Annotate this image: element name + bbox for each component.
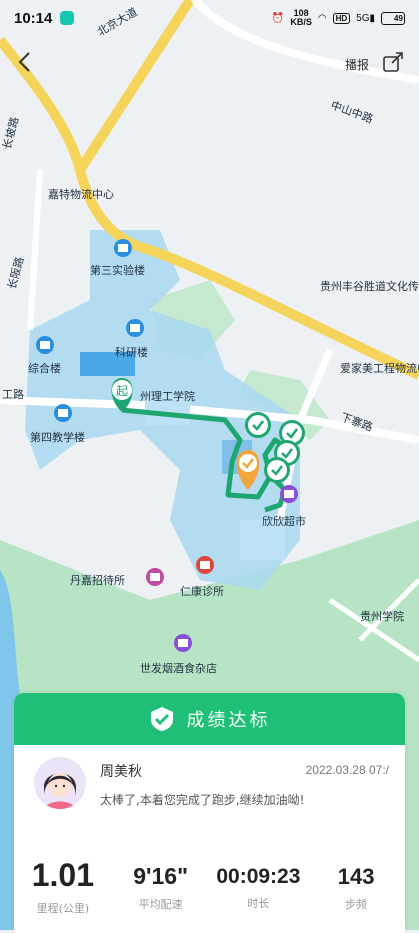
wifi-icon: ◠: [317, 12, 327, 24]
map-label: 工路: [2, 388, 24, 401]
map-label: 嘉特物流中心: [48, 187, 114, 201]
result-header: 成绩达标: [14, 693, 405, 745]
stat-label: 步频: [345, 898, 368, 911]
share-icon[interactable]: [381, 50, 405, 74]
hd-badge: HD: [332, 12, 351, 24]
user-row: 周美秋 2022.03.28 07:/ 太棒了,本着您完成了跑步,继续加油呦!: [14, 757, 405, 837]
stat-value: 1.01: [31, 857, 95, 893]
stat-cadence: 143 步频: [307, 857, 405, 933]
run-date: 2022.03.28 07:/: [305, 763, 389, 777]
map-label: 仁康诊所: [180, 584, 224, 598]
status-bar: 10:14 ⏰ 108 KB/S ◠ HD 5G▮ 49: [0, 0, 419, 36]
checkpoint-icon: [245, 412, 271, 438]
hotel-icon: [146, 568, 164, 586]
result-title: 成绩达标: [186, 710, 271, 731]
user-name: 周美秋: [100, 764, 142, 780]
network-speed: 108 KB/S: [290, 8, 312, 27]
building-icon: [36, 336, 54, 354]
map-label: 第四教学楼: [30, 430, 85, 444]
map-label: 科研楼: [115, 345, 148, 359]
back-arrow-icon[interactable]: [14, 50, 38, 74]
stat-value: 9'16": [133, 863, 188, 889]
result-card: 成绩达标 周美秋 2022.03.28 07:/ 太棒了,本着您完成了跑步,继续…: [14, 693, 405, 933]
stat-label: 时长: [247, 897, 270, 910]
map-label: 欣欣超市: [262, 514, 306, 528]
map-label: 贵州丰谷胜道文化传媒有限公司: [320, 279, 419, 293]
stat-value: 143: [337, 864, 375, 889]
check-badge-icon: [150, 707, 173, 731]
start-label: 起: [116, 384, 128, 398]
stat-value: 00:09:23: [216, 865, 301, 888]
building-icon: [126, 319, 144, 337]
stat-pace: 9'16" 平均配速: [112, 857, 210, 933]
share-label[interactable]: 播报: [345, 56, 369, 73]
stat-label: 里程(公里): [36, 902, 90, 915]
encouragement-message: 太棒了,本着您完成了跑步,继续加油呦!: [100, 793, 305, 807]
stat-label: 平均配速: [138, 898, 183, 911]
map-label: 贵州学院: [360, 609, 404, 623]
building-icon: [54, 404, 72, 422]
app-notification-icon: [60, 11, 75, 25]
status-time: 10:14: [14, 9, 53, 27]
shop-icon: [174, 634, 192, 652]
avatar: [34, 757, 86, 809]
map-label: 丹嘉招待所: [70, 573, 125, 587]
alarm-icon: ⏰: [271, 12, 285, 24]
stat-duration: 00:09:23 时长: [210, 857, 308, 933]
map-label: 爱家美工程物流中心: [340, 361, 419, 375]
stat-distance: 1.01 里程(公里): [14, 857, 112, 933]
building-icon: [114, 239, 132, 257]
checkpoint-icon: [264, 457, 290, 483]
map-label: 世发烟酒食杂店: [140, 661, 217, 675]
map-label: 第三实验楼: [90, 263, 145, 277]
shop-icon: [280, 485, 298, 503]
stats-row: 1.01 里程(公里) 9'16" 平均配速 00:09:23 时长 143 步…: [14, 857, 405, 933]
battery-icon: 49: [381, 11, 405, 25]
map-label: 综合楼: [28, 361, 61, 375]
signal-icon: 5G▮: [356, 12, 375, 24]
map-label: 州理工学院: [140, 389, 195, 403]
clinic-icon: [196, 556, 214, 574]
